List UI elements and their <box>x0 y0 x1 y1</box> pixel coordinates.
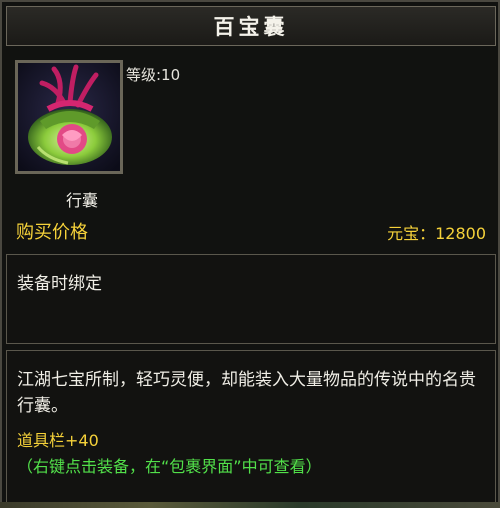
item-level: 等级:10 <box>126 66 181 84</box>
item-stat: 道具栏+40 <box>17 431 99 450</box>
item-title: 百宝囊 <box>213 15 289 39</box>
description-panel: 江湖七宝所制，轻巧灵便，却能装入大量物品的传说中的名贵行囊。 道具栏+40 （右… <box>6 350 496 506</box>
item-description: 江湖七宝所制，轻巧灵便，却能装入大量物品的传说中的名贵行囊。 <box>17 370 476 416</box>
price-label: 购买价格 <box>16 222 88 243</box>
pouch-icon <box>18 63 120 171</box>
price-value: 元宝：12800 <box>387 224 486 243</box>
bind-status: 装备时绑定 <box>17 274 102 294</box>
item-name: 行囊 <box>65 191 98 210</box>
item-icon-slot[interactable] <box>15 60 123 174</box>
item-tooltip: 百宝囊 等级:10 行囊 购买价格 元宝：12800 装备时绑定 江湖七宝所制，… <box>0 0 500 508</box>
bind-panel: 装备时绑定 <box>6 254 496 344</box>
background-strip <box>0 502 500 508</box>
usage-hint: （右键点击装备，在“包裹界面”中可查看） <box>17 457 322 476</box>
tooltip-title-bar: 百宝囊 <box>6 6 496 46</box>
